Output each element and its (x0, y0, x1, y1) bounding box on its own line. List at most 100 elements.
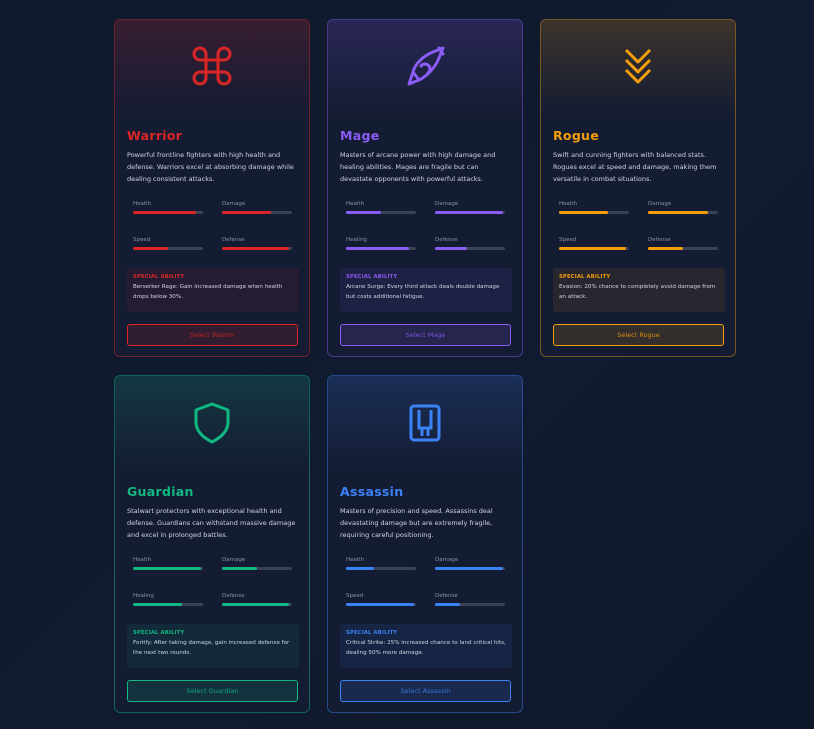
stat-label: Defense (435, 237, 458, 243)
stat-bar-fill (346, 567, 374, 570)
stat-health: Health (133, 556, 203, 570)
class-selection-grid: Warrior Powerful frontline fighters with… (0, 0, 814, 729)
stat-bar (346, 567, 416, 570)
special-ability-heading: SPECIAL ABILITY (346, 274, 398, 280)
special-ability-box: SPECIAL ABILITY Fortify: After taking da… (127, 624, 299, 668)
select-rogue-button[interactable]: Select Rogue (553, 324, 724, 346)
special-ability-heading: SPECIAL ABILITY (133, 274, 185, 280)
stat-healing: Healing (133, 592, 203, 606)
stat-bar (222, 567, 292, 570)
special-ability-heading: SPECIAL ABILITY (559, 274, 611, 280)
stat-label: Health (559, 201, 578, 207)
stat-bar-fill (222, 603, 289, 606)
stat-bar-fill (133, 247, 168, 250)
stat-bar (648, 211, 718, 214)
stat-bar-fill (435, 567, 503, 570)
select-guardian-button[interactable]: Select Guardian (127, 680, 298, 702)
stat-bar (435, 603, 505, 606)
stat-label: Damage (648, 201, 672, 207)
card-header (328, 376, 522, 472)
command-icon (192, 46, 232, 86)
class-description: Swift and cunning fighters with balanced… (553, 151, 717, 183)
stat-label: Speed (133, 237, 151, 243)
class-card-rogue[interactable]: Rogue Swift and cunning fighters with ba… (540, 19, 736, 357)
class-card-assassin[interactable]: Assassin Masters of precision and speed.… (327, 375, 523, 713)
stat-bar-fill (222, 567, 257, 570)
stat-label: Health (133, 557, 152, 563)
stat-bar (133, 603, 203, 606)
stat-bar-fill (133, 211, 196, 214)
stat-bar (133, 211, 203, 214)
class-description: Masters of precision and speed. Assassin… (340, 507, 493, 539)
stat-speed: Speed (346, 592, 416, 606)
stat-health: Health (133, 200, 203, 214)
special-ability-text: Fortify: After taking damage, gain incre… (133, 640, 290, 656)
stat-bar (346, 211, 416, 214)
special-ability-heading: SPECIAL ABILITY (346, 630, 398, 636)
stat-bar (222, 211, 292, 214)
stat-bar-fill (559, 211, 608, 214)
stat-label: Health (346, 557, 365, 563)
stat-bar-fill (648, 211, 708, 214)
stat-bar (559, 211, 629, 214)
class-card-warrior[interactable]: Warrior Powerful frontline fighters with… (114, 19, 310, 357)
special-ability-box: SPECIAL ABILITY Arcane Surge: Every thir… (340, 268, 512, 312)
stat-label: Defense (435, 593, 458, 599)
stat-defense: Defense (222, 236, 292, 250)
stat-bar-fill (346, 211, 381, 214)
stat-defense: Defense (435, 592, 505, 606)
class-card-mage[interactable]: Mage Masters of arcane power with high d… (327, 19, 523, 357)
special-ability-box: SPECIAL ABILITY Evasion: 20% chance to c… (553, 268, 725, 312)
stat-damage: Damage (222, 556, 292, 570)
stat-damage: Damage (435, 556, 505, 570)
shield-icon (194, 402, 230, 444)
stat-bar-fill (133, 603, 182, 606)
stat-bar (346, 603, 416, 606)
class-description: Masters of arcane power with high damage… (340, 151, 496, 183)
stat-defense: Defense (435, 236, 505, 250)
stat-defense: Defense (648, 236, 718, 250)
stat-speed: Speed (559, 236, 629, 250)
stat-damage: Damage (648, 200, 718, 214)
door-icon (409, 404, 441, 442)
class-title: Warrior (127, 128, 183, 143)
card-header (541, 20, 735, 116)
class-title: Guardian (127, 484, 194, 499)
stat-bar (648, 247, 718, 250)
stat-bar-fill (435, 247, 467, 250)
select-mage-button[interactable]: Select Mage (340, 324, 511, 346)
chevrons-down-icon (624, 48, 652, 84)
stat-bar-fill (346, 247, 409, 250)
stat-health: Health (559, 200, 629, 214)
special-ability-box: SPECIAL ABILITY Berserker Rage: Gain inc… (127, 268, 299, 312)
feather-icon (407, 46, 445, 86)
stat-bar-fill (133, 567, 201, 570)
stat-label: Defense (222, 593, 245, 599)
stat-label: Damage (222, 557, 246, 563)
class-title: Rogue (553, 128, 600, 143)
card-header (115, 376, 309, 472)
special-ability-text: Berserker Rage: Gain increased damage wh… (133, 284, 283, 300)
stat-label: Damage (222, 201, 246, 207)
stat-label: Healing (346, 237, 367, 243)
select-warrior-button[interactable]: Select Warrior (127, 324, 298, 346)
stat-label: Health (346, 201, 365, 207)
stat-bar-fill (435, 211, 503, 214)
stat-bar-fill (559, 247, 626, 250)
select-assassin-button[interactable]: Select Assassin (340, 680, 511, 702)
stat-label: Health (133, 201, 152, 207)
stat-bar (435, 211, 505, 214)
stat-defense: Defense (222, 592, 292, 606)
stat-bar-fill (222, 211, 271, 214)
stat-health: Health (346, 556, 416, 570)
stat-bar (222, 247, 292, 250)
stat-bar (133, 247, 203, 250)
stat-bar-fill (346, 603, 414, 606)
stat-healing: Healing (346, 236, 416, 250)
class-title: Assassin (340, 484, 404, 499)
class-card-guardian[interactable]: Guardian Stalwart protectors with except… (114, 375, 310, 713)
stat-bar (559, 247, 629, 250)
stat-damage: Damage (435, 200, 505, 214)
special-ability-text: Arcane Surge: Every third attack deals d… (346, 284, 500, 300)
class-title: Mage (340, 128, 380, 143)
